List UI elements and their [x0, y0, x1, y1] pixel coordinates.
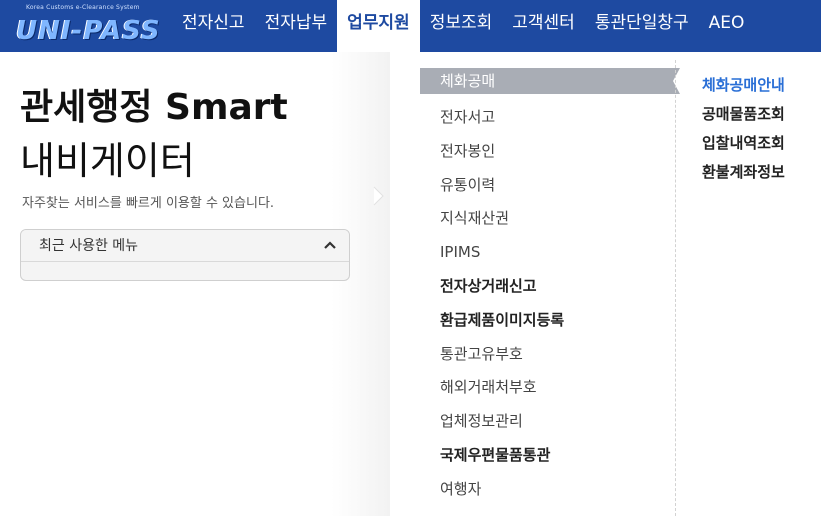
logo-subtitle: Korea Customs e-Clearance System [26, 4, 140, 11]
top-navigation-bar: Korea Customs e-Clearance System UNI-PAS… [0, 0, 821, 52]
menu-item-intellectual-property[interactable]: 지식재산권 [420, 203, 680, 237]
page-title-line2: 내비게이터 [20, 139, 195, 183]
auction-submenu: 체화공매안내 공매물품조회 입찰내역조회 환불계좌정보 [702, 72, 785, 188]
submenu-item-bid-history-inquiry[interactable]: 입찰내역조회 [702, 130, 785, 159]
nav-item-single-window[interactable]: 통관단일창구 [585, 0, 699, 52]
page-description: 자주찾는 서비스를 빠르게 이용할 수 있습니다. [22, 196, 275, 211]
menu-item-overseas-partner-code[interactable]: 해외거래처부호 [420, 372, 680, 406]
menu-item-company-info-management[interactable]: 업체정보관리 [420, 406, 680, 440]
recent-menu-panel: 최근 사용한 메뉴 [20, 229, 350, 281]
page-title: 관세행정 Smart [20, 87, 288, 128]
menu-divider [675, 60, 676, 516]
menu-item-label: 국제우편물품통관 [440, 445, 551, 464]
menu-item-label: 여행자 [440, 479, 482, 498]
submenu-item-auction-guide[interactable]: 체화공매안내 [702, 72, 785, 101]
menu-item-refund-product-image[interactable]: 환급제품이미지등록 [420, 305, 680, 339]
menu-item-label: 전자상거래신고 [440, 276, 537, 295]
recent-menu-label: 최근 사용한 메뉴 [39, 238, 139, 254]
business-support-menu: 체화공매 전자서고 전자봉인 유통이력 지식재산권 IPIMS 전자상거래신고 … [420, 68, 680, 508]
menu-item-electronic-archive[interactable]: 전자서고 [420, 102, 680, 136]
menu-item-label: 체화공매 [440, 72, 496, 90]
menu-item-label: 환급제품이미지등록 [440, 310, 565, 329]
menu-item-distribution-history[interactable]: 유통이력 [420, 170, 680, 204]
menu-item-e-commerce-declaration[interactable]: 전자상거래신고 [420, 271, 680, 305]
chevron-up-icon [324, 241, 336, 249]
menu-item-label: 지식재산권 [440, 209, 510, 228]
menu-item-electronic-seal[interactable]: 전자봉인 [420, 136, 680, 170]
nav-item-information-inquiry[interactable]: 정보조회 [420, 0, 503, 52]
main-nav: 전자신고 전자납부 업무지원 정보조회 고객센터 통관단일창구 AEO [172, 0, 754, 52]
nav-item-business-support[interactable]: 업무지원 [337, 0, 420, 52]
nav-item-aeo[interactable]: AEO [699, 0, 755, 52]
menu-item-label: 유통이력 [440, 175, 496, 194]
menu-item-label: 업체정보관리 [440, 412, 523, 431]
menu-item-traveler[interactable]: 여행자 [420, 474, 680, 508]
menu-item-customs-unique-code[interactable]: 통관고유부호 [420, 339, 680, 373]
menu-item-label: 전자봉인 [440, 141, 496, 160]
menu-item-seized-goods-auction[interactable]: 체화공매 [420, 68, 680, 94]
menu-item-label: 해외거래처부호 [440, 378, 537, 397]
unipass-logo[interactable]: Korea Customs e-Clearance System UNI-PAS… [12, 4, 160, 48]
smart-navigator-panel: 관세행정 Smart 내비게이터 자주찾는 서비스를 빠르게 이용할 수 있습니… [0, 52, 390, 516]
menu-item-label: 전자서고 [440, 108, 496, 126]
submenu-item-refund-account-info[interactable]: 환불계좌정보 [702, 159, 785, 188]
nav-item-customer-center[interactable]: 고객센터 [502, 0, 585, 52]
menu-item-ipims[interactable]: IPIMS [420, 237, 680, 271]
menu-item-label: 통관고유부호 [440, 344, 523, 363]
recent-menu-toggle[interactable]: 최근 사용한 메뉴 [21, 230, 349, 262]
nav-item-electronic-payment[interactable]: 전자납부 [255, 0, 338, 52]
menu-item-international-postal-clearance[interactable]: 국제우편물품통관 [420, 440, 680, 474]
panel-pointer-icon [373, 186, 384, 206]
nav-item-electronic-declaration[interactable]: 전자신고 [172, 0, 255, 52]
logo-text: UNI-PASS [16, 16, 161, 46]
menu-item-label: IPIMS [440, 243, 481, 262]
submenu-item-auction-goods-inquiry[interactable]: 공매물품조회 [702, 101, 785, 130]
